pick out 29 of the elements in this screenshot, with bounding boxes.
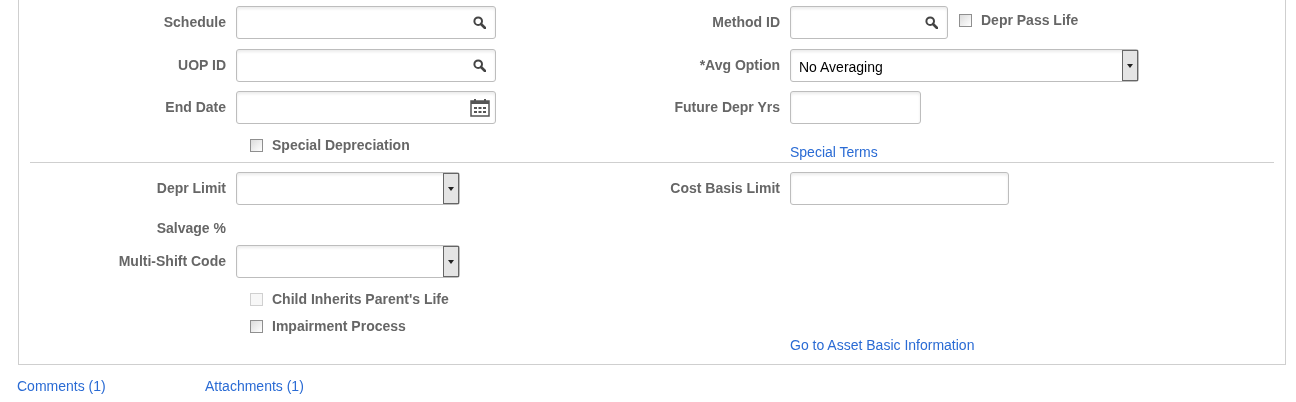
input-field[interactable] — [790, 91, 921, 124]
link[interactable]: Go to Asset Basic Information — [790, 337, 975, 353]
field-label: *Avg Option — [698, 56, 781, 75]
checkbox-label: Special Depreciation — [272, 136, 410, 155]
field-label: UOP ID — [177, 56, 227, 75]
checkbox[interactable] — [959, 14, 972, 27]
input-field[interactable] — [236, 91, 496, 124]
checkbox-label: Impairment Process — [272, 317, 406, 336]
field-label: Salvage % — [155, 218, 227, 238]
checkbox-label: Child Inherits Parent's Life — [272, 290, 449, 309]
input-field[interactable] — [790, 172, 1009, 205]
calendar-icon[interactable] — [470, 99, 490, 117]
field-label: Cost Basis Limit — [669, 179, 781, 198]
field-label: End Date — [164, 98, 227, 117]
field-label: Future Depr Yrs — [673, 98, 781, 117]
checkbox[interactable] — [250, 139, 263, 152]
link[interactable]: Comments (1) — [17, 376, 205, 397]
field-label: Schedule — [162, 13, 227, 32]
link[interactable]: Attachments (1) — [205, 376, 304, 397]
field-label: Depr Limit — [155, 179, 227, 198]
link[interactable]: Special Terms — [790, 144, 878, 160]
input-field[interactable] — [236, 49, 496, 82]
input-field[interactable] — [790, 6, 948, 39]
checkbox-label: Depr Pass Life — [981, 11, 1079, 30]
field-label: Method ID — [711, 13, 781, 32]
checkbox[interactable] — [250, 320, 263, 333]
input-field[interactable] — [236, 6, 496, 39]
dropdown[interactable]: No Averaging — [790, 49, 1139, 82]
field-label: Multi-Shift Code — [117, 252, 227, 271]
